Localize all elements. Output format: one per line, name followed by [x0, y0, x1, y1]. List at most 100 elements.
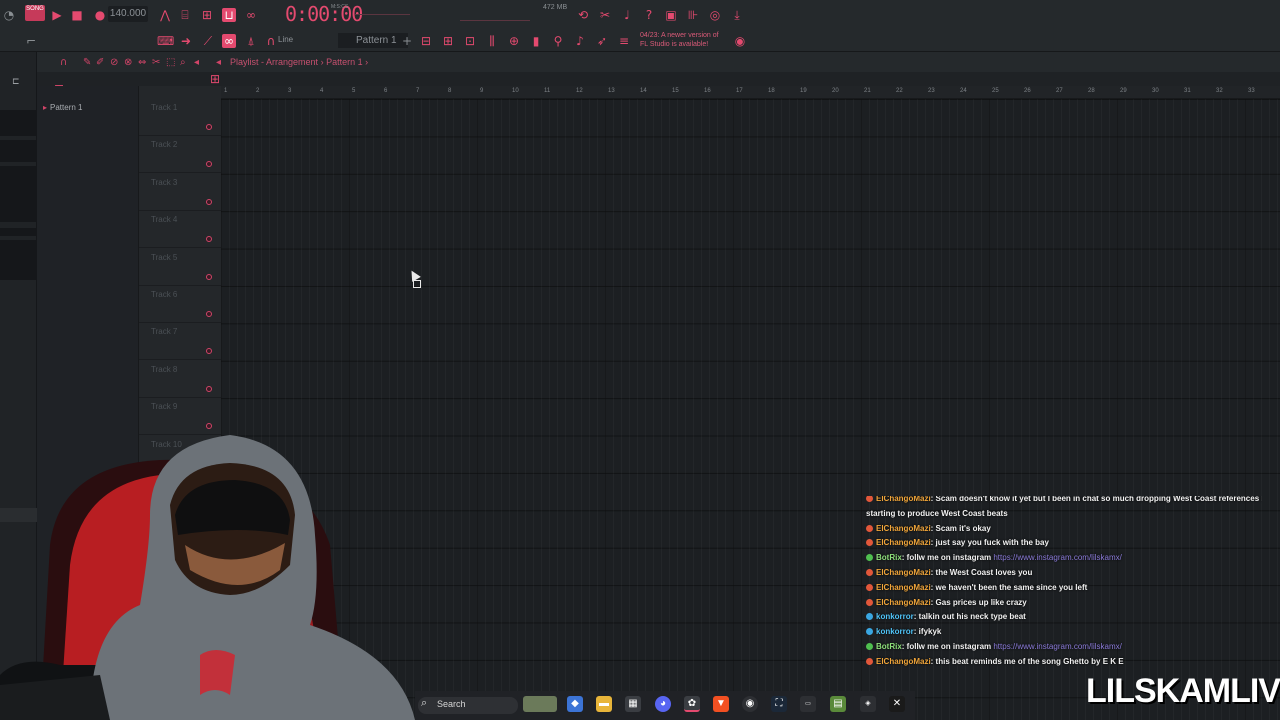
track-header[interactable]: Track 5 — [139, 249, 221, 286]
track-mute-button[interactable] — [206, 348, 212, 355]
magnet-icon[interactable]: ∩ — [264, 34, 278, 48]
undo-icon[interactable]: ⟲ — [576, 8, 590, 22]
search-icon[interactable]: ⌕ — [421, 697, 427, 710]
widgets-icon[interactable] — [523, 696, 557, 712]
delete-tool-icon[interactable]: ⊘ — [110, 57, 118, 68]
download-icon[interactable]: ⤓ — [730, 8, 744, 22]
copilot-icon[interactable]: ◆ — [567, 696, 583, 712]
playback-tool-icon[interactable]: ◂ — [194, 57, 199, 68]
track-mode-icon[interactable]: ⊞ — [208, 72, 222, 86]
chat-username[interactable]: ElChangoMazi — [876, 583, 931, 592]
master-pitch-slider[interactable] — [460, 20, 530, 21]
track-mute-button[interactable] — [206, 161, 212, 168]
track-header[interactable]: Track 3 — [139, 174, 221, 211]
chat-username[interactable]: konkorror — [876, 612, 914, 621]
master-volume-slider[interactable] — [355, 14, 410, 15]
select-tool-icon[interactable]: ⬚ — [166, 57, 175, 68]
pattern-item[interactable]: ▸ Pattern 1 — [43, 103, 82, 112]
add-pattern-icon[interactable]: + — [400, 34, 414, 48]
mute-tool-icon[interactable]: ⊗ — [124, 57, 132, 68]
track-mute-button[interactable] — [206, 385, 212, 392]
save-icon[interactable]: ▣ — [664, 8, 678, 22]
piano-roll-2-icon[interactable]: ⊡ — [463, 34, 477, 48]
track-mute-button[interactable] — [206, 311, 212, 317]
mixer-icon[interactable]: ⊪ — [686, 8, 700, 22]
chat-link[interactable]: https://www.instagram.com/lilskamx/ — [993, 553, 1121, 562]
file-explorer-icon[interactable]: ▬ — [596, 696, 612, 712]
magnet-snap-icon[interactable]: ∩ — [60, 57, 67, 68]
brave-icon[interactable]: ▼ — [713, 696, 729, 712]
slice-tool-icon[interactable]: ✂ — [152, 57, 160, 68]
metronome-2-icon[interactable]: ⍋ — [244, 34, 258, 48]
chat-username[interactable]: ElChangoMazi — [876, 657, 931, 666]
chat-username[interactable]: BotRix — [876, 553, 902, 562]
metronome-icon[interactable]: ⋀ — [158, 8, 172, 22]
cut-icon[interactable]: ✂ — [598, 8, 612, 22]
track-mute-button[interactable] — [206, 198, 212, 205]
track-header[interactable]: Track 7 — [139, 323, 221, 361]
track-header[interactable]: Track 4 — [139, 211, 221, 249]
wait-input-icon[interactable]: ⌸ — [178, 8, 192, 22]
track-mute-button[interactable] — [206, 273, 212, 280]
piano-roll-icon[interactable]: ⌨ — [157, 34, 174, 48]
fl-studio-icon[interactable]: ✿ — [684, 696, 700, 712]
microphone-icon[interactable]: ♩ — [620, 8, 634, 22]
chat-username[interactable]: ElChangoMazi — [876, 598, 931, 607]
tempo-display[interactable]: 140.000 — [108, 6, 148, 22]
zoom-tool-icon[interactable]: ⌕ — [180, 57, 186, 68]
chat-username[interactable]: konkorror — [876, 627, 914, 636]
plugin-icon[interactable]: ▮ — [529, 34, 543, 48]
chat-username[interactable]: ElChangoMazi — [876, 568, 931, 577]
channel-rack-icon[interactable]: ⊞ — [441, 34, 455, 48]
obs-icon[interactable]: ◉ — [742, 696, 758, 712]
steam-icon[interactable]: ⛶ — [771, 696, 787, 712]
snap-label[interactable]: Line — [278, 35, 293, 44]
slip-tool-icon[interactable]: ⇔ — [138, 57, 146, 68]
app-4k-icon[interactable]: ◈ — [860, 696, 876, 712]
fl-logo-icon[interactable]: ◔ — [2, 8, 16, 22]
discord-icon[interactable]: ◕ — [655, 696, 671, 712]
store-icon[interactable]: ▦ — [625, 696, 641, 712]
browser-icon[interactable]: ⊕ — [507, 34, 521, 48]
taskbar-search[interactable] — [418, 697, 518, 714]
search-label[interactable]: Search — [437, 699, 466, 709]
mixer-2-icon[interactable]: ⫼ — [485, 34, 499, 48]
link-icon[interactable]: ∞ — [222, 34, 236, 48]
capcut-icon[interactable]: ✕ — [889, 696, 905, 712]
browser-folder-icon[interactable]: ⊏ — [12, 76, 20, 87]
playlist-icon[interactable]: ⊟ — [419, 34, 433, 48]
play-icon[interactable]: ▶ — [50, 8, 64, 22]
chat-username[interactable]: BotRix — [876, 642, 902, 651]
tempo-tapper-icon[interactable]: ♪ — [573, 34, 587, 48]
draw-tool-icon[interactable]: ✎ — [83, 57, 91, 68]
tool-cursor-icon[interactable]: ⌐ — [24, 34, 38, 48]
playlist-menu-icon[interactable]: ◂ — [216, 57, 221, 68]
help-icon[interactable]: ? — [642, 8, 656, 22]
update-notice[interactable]: 04/23: A newer version of FL Studio is av… — [640, 31, 730, 49]
track-header[interactable]: Track 6 — [139, 286, 221, 323]
pattern-selector[interactable]: Pattern 1 — [338, 33, 408, 48]
performance-icon[interactable]: ➶ — [595, 34, 609, 48]
step-edit-icon[interactable]: ⊔ — [222, 8, 236, 22]
loop-record-icon[interactable]: ∞ — [244, 8, 258, 22]
track-header[interactable]: Track 1 — [139, 99, 221, 136]
arrow-right-icon[interactable]: ➜ — [179, 34, 193, 48]
chat-icon[interactable]: ◎ — [708, 8, 722, 22]
chat-username[interactable]: ElChangoMazi — [876, 524, 931, 533]
track-mute-button[interactable] — [206, 124, 212, 130]
record-icon[interactable]: ● — [93, 8, 107, 22]
chat-username[interactable]: ElChangoMazi — [876, 496, 931, 503]
cpu-icon[interactable]: ≡ — [617, 34, 631, 48]
draw-line-icon[interactable]: ⟋ — [201, 34, 215, 48]
chat-username[interactable]: ElChangoMazi — [876, 538, 931, 547]
track-mute-button[interactable] — [206, 236, 212, 243]
stop-icon[interactable]: ■ — [70, 8, 84, 22]
countdown-icon[interactable]: ⊞ — [200, 8, 214, 22]
track-header[interactable]: Track 8 — [139, 361, 221, 398]
bluestacks-icon[interactable]: ▤ — [830, 696, 846, 712]
plug-icon[interactable]: ⚲ — [551, 34, 565, 48]
app-icon[interactable]: ▭ — [800, 696, 816, 712]
track-header[interactable]: Track 2 — [139, 136, 221, 174]
song-mode-toggle[interactable]: SONG — [25, 5, 45, 21]
chat-link[interactable]: https://www.instagram.com/lilskamx/ — [993, 642, 1121, 651]
